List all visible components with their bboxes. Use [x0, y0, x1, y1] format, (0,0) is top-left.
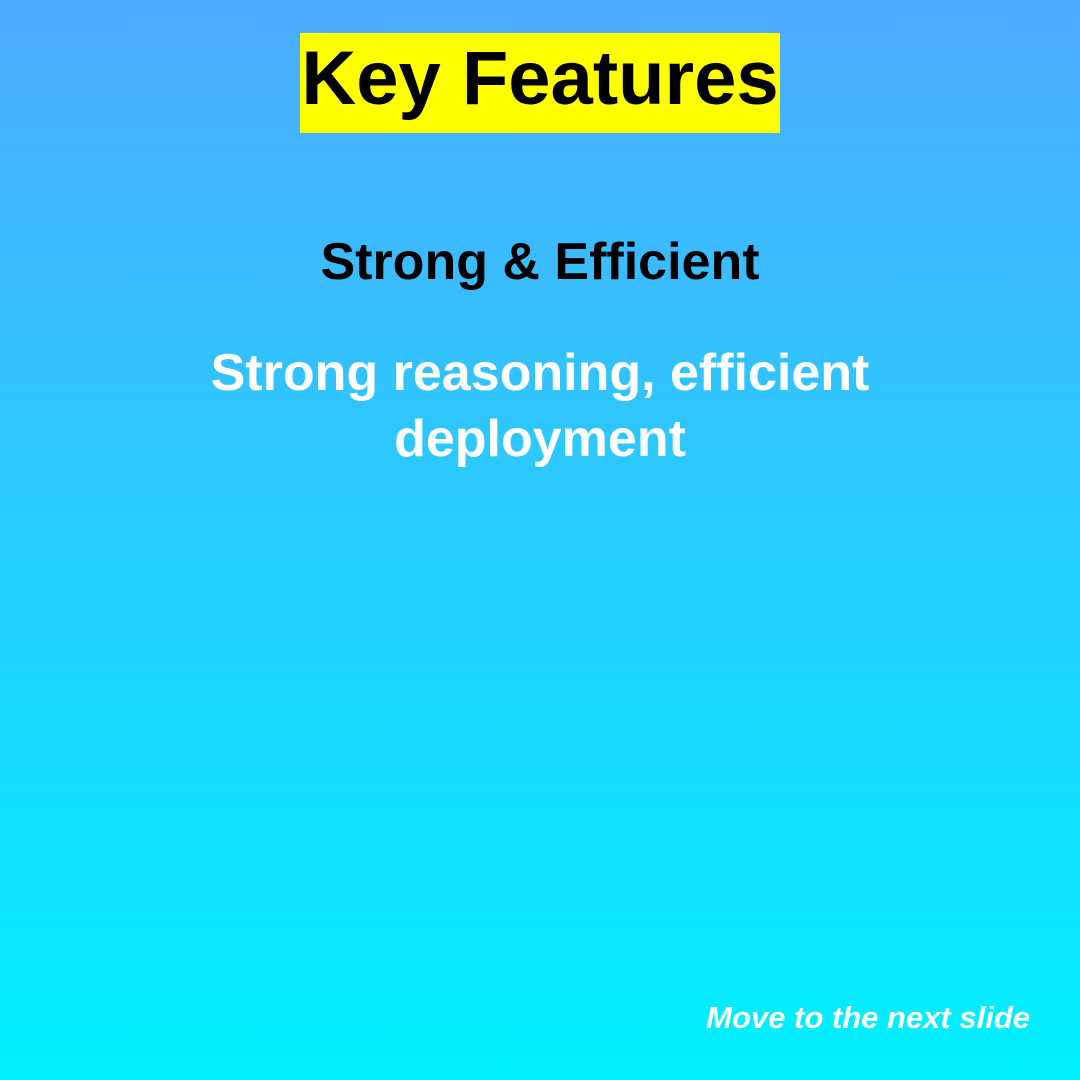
- feature-description: Strong reasoning, efficient deployment: [210, 344, 870, 468]
- feature-heading: Strong & Efficient: [320, 233, 760, 291]
- next-slide-link[interactable]: Move to the next slide: [706, 1000, 1030, 1036]
- slide: Key Features Strong & Efficient Strong r…: [0, 0, 1080, 1080]
- slide-title: Key Features: [301, 36, 779, 121]
- title-highlight-box: Key Features: [300, 33, 780, 133]
